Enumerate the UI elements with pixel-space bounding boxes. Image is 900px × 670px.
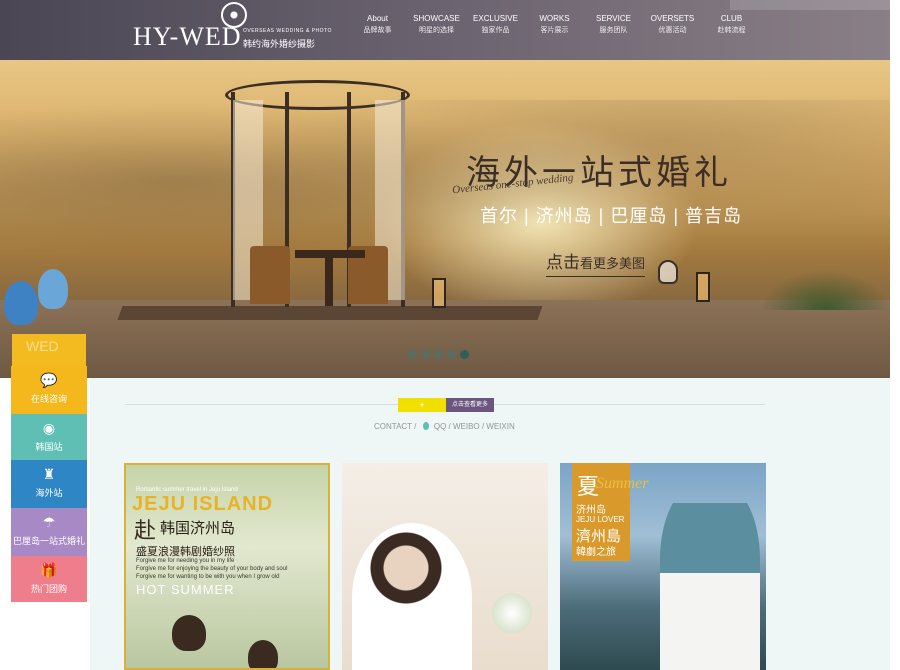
sidebar-item-label: 韩国站 (35, 442, 63, 452)
lantern (696, 272, 710, 302)
plus-button[interactable]: + (398, 398, 446, 412)
clouds (0, 100, 890, 300)
sidebar-item-korea[interactable]: ◉ 韩国站 (11, 414, 87, 460)
contact-links: CONTACT / QQ / WEIBO / WEIXIN (374, 422, 515, 431)
nav-label-cn: 优惠活动 (658, 27, 687, 34)
nav-label-cn: 客片展示 (540, 27, 569, 34)
card-hot-summer: HOT SUMMER (136, 582, 235, 597)
more-photos-link[interactable]: 点击看更多美图 (546, 248, 646, 277)
nav-item-club[interactable]: CLUB 赴韩流程 (702, 14, 761, 35)
slider-dot[interactable] (408, 350, 417, 359)
logo-text: HY-WED (133, 22, 242, 51)
contact-label: CONTACT / (374, 422, 417, 431)
sidebar-item-group-buy[interactable]: 🎁 热门团购 (11, 556, 87, 602)
bride-photo (248, 640, 278, 668)
logo[interactable]: HY-WED OVERSEAS WEDDING & PHOTO 韩约海外婚纱摄影 (133, 2, 331, 58)
content-area: + 点击查看更多 CONTACT / QQ / WEIBO / WEIXIN R… (90, 378, 890, 670)
chair (250, 246, 290, 304)
gallery-card-bride[interactable] (342, 463, 548, 670)
palm-island-icon: ☂ (42, 514, 56, 530)
qq-icon[interactable] (422, 422, 429, 430)
slider-dot[interactable] (421, 350, 430, 359)
sidebar-item-label: 海外站 (35, 488, 63, 498)
nav-label-cn: 服务团队 (599, 27, 628, 34)
nav-label-en: EXCLUSIVE (473, 14, 518, 23)
nav-item-exclusive[interactable]: EXCLUSIVE 独家作品 (466, 14, 525, 35)
sidebar-item-label: 在线咨询 (30, 394, 67, 404)
nav-item-about[interactable]: About 品牌故事 (348, 14, 407, 35)
card-subtitle: 盛夏浪漫韩剧婚纱照 (136, 546, 235, 558)
banner-destinations: 首尔 | 济州岛 | 巴厘岛 | 普吉岛 (480, 206, 743, 226)
sidebar-item-online-consult[interactable]: 💬 在线咨询 (11, 366, 87, 414)
logo-tagline-cn: 韩约海外婚纱摄影 (243, 39, 316, 49)
nav-label-cn: 明星的选择 (419, 27, 454, 34)
gallery-card-jeju[interactable]: Romantic summer travel in Jeju Island JE… (124, 463, 330, 670)
hand-pointer-icon[interactable] (658, 260, 678, 284)
cta-rest: 看更多美图 (580, 256, 646, 271)
slider-dots (408, 350, 469, 359)
view-more-button[interactable]: 点击查看更多 (446, 398, 494, 412)
nav-label-en: About (367, 14, 388, 23)
logo-tagline-en: OVERSEAS WEDDING & PHOTO (243, 28, 332, 34)
eiffel-tower-icon: ♜ (42, 466, 56, 482)
dining-table (295, 250, 365, 258)
social-links[interactable]: QQ / WEIBO / WEIXIN (434, 422, 515, 431)
cta-big: 点击 (546, 253, 580, 272)
couple-photo (660, 483, 760, 670)
slider-dot[interactable] (447, 350, 456, 359)
bride-photo (352, 523, 472, 670)
gift-icon: 🎁 (40, 562, 58, 578)
card-go: 赴 (134, 518, 157, 543)
bouquet (492, 593, 532, 633)
nav-label-en: CLUB (720, 14, 743, 23)
globe-icon: ◉ (42, 420, 56, 436)
card-poem-line: Forgive me for wanting to be with you wh… (136, 574, 280, 580)
card-line: 韓劇之旅 (576, 547, 616, 558)
header: HY-WED OVERSEAS WEDDING & PHOTO 韩约海外婚纱摄影… (0, 0, 890, 60)
page: HY-WED OVERSEAS WEDDING & PHOTO 韩约海外婚纱摄影… (0, 0, 900, 670)
nav-label-en: SHOWCASE (413, 14, 460, 23)
sidebar-item-bali[interactable]: ☂ 巴厘岛一站式婚礼 (11, 508, 87, 556)
sidebar-nav: 💬 在线咨询 ◉ 韩国站 ♜ 海外站 ☂ 巴厘岛一站式婚礼 🎁 热门团购 (11, 366, 87, 602)
hero-banner[interactable]: 海外一站式婚礼 Overseas one-stop wedding 首尔 | 济… (0, 60, 890, 378)
card-destination: 韩国济州岛 (160, 520, 236, 537)
top-utility-bar (730, 0, 890, 10)
groom-photo (172, 615, 206, 651)
nav-item-service[interactable]: SERVICE 服务团队 (584, 14, 643, 35)
nav-label-en: WORKS (539, 14, 570, 23)
nav-item-showcase[interactable]: SHOWCASE 明星的选择 (407, 14, 466, 35)
slider-dot[interactable] (434, 350, 443, 359)
bluebird-icon (4, 281, 38, 325)
bluebird-icon (38, 269, 68, 309)
card-summer-en: Summer (596, 475, 649, 492)
sidebar-item-overseas[interactable]: ♜ 海外站 (11, 460, 87, 508)
nav-item-works[interactable]: WORKS 客片展示 (525, 14, 584, 35)
nav-label-en: SERVICE (596, 14, 631, 23)
nav-label-en: OVERSETS (650, 14, 695, 23)
card-poem-line: Forgive me for enjoying the beauty of yo… (136, 566, 288, 572)
main-nav: About 品牌故事 SHOWCASE 明星的选择 EXCLUSIVE 独家作品… (348, 14, 761, 35)
sidebar-item-label: 巴厘岛一站式婚礼 (12, 536, 85, 546)
slider-dot-active[interactable] (460, 350, 469, 359)
nav-label-cn: 独家作品 (481, 27, 510, 34)
sidebar-item-label: 热门团购 (30, 584, 67, 594)
sidebar-watermark: WED (12, 334, 86, 370)
card-line: 济州岛 (576, 505, 606, 516)
gallery-card-summer[interactable]: 夏 Summer 济州岛 JEJU LOVER 濟州島 韓劇之旅 (560, 463, 766, 670)
chat-icon: 💬 (40, 372, 58, 388)
dining-table-leg (325, 258, 333, 306)
nav-item-oversets[interactable]: OVERSETS 优惠活动 (643, 14, 702, 35)
card-poem-line: Forgive me for needing you in my life (136, 558, 235, 564)
card-line: JEJU LOVER (576, 515, 625, 524)
nav-label-cn: 赴韩流程 (717, 27, 746, 34)
lantern (432, 278, 446, 308)
nav-label-cn: 品牌故事 (363, 27, 392, 34)
grass (760, 270, 890, 310)
